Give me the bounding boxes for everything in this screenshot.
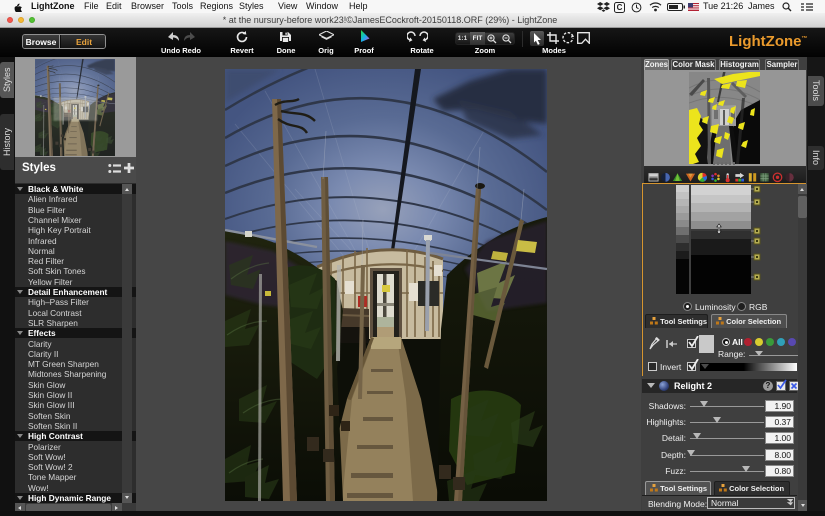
svg-text:C: C xyxy=(617,3,623,12)
